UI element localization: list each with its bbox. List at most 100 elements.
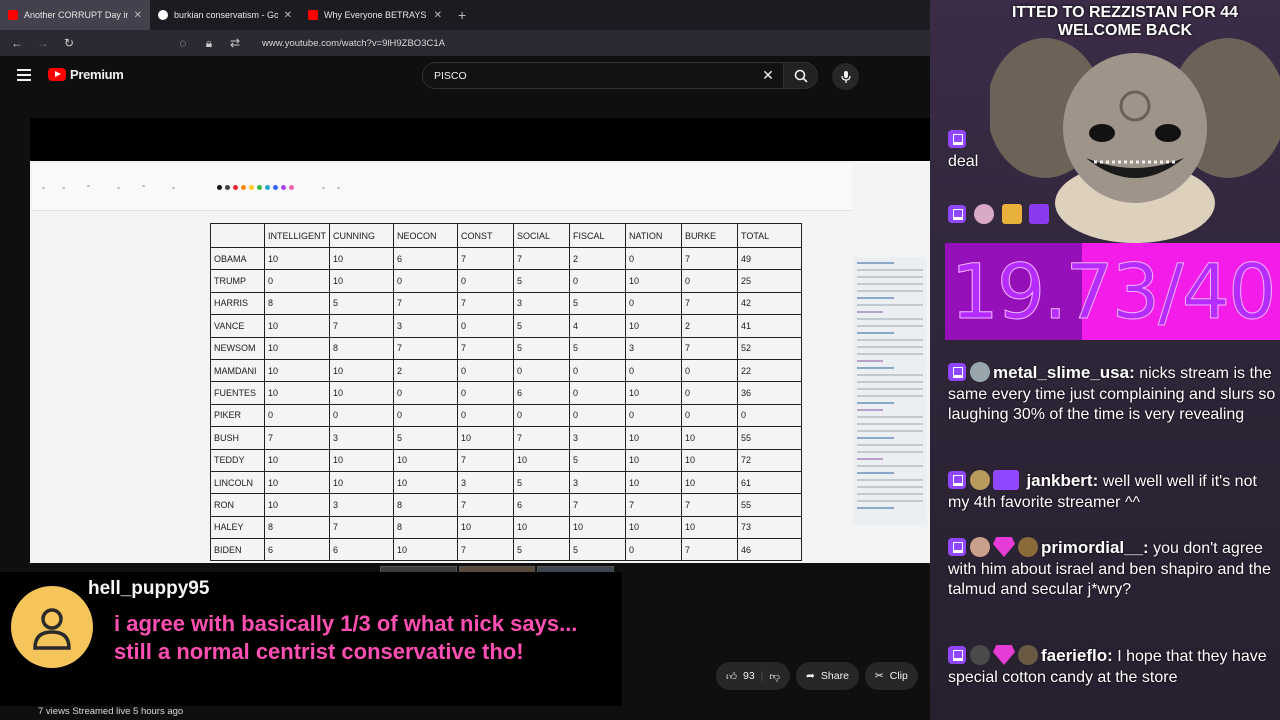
gem-badge-icon xyxy=(993,537,1015,557)
chat-line xyxy=(857,367,894,369)
alert-line: ITTED TO REZZISTAN FOR 44 xyxy=(1011,4,1239,21)
table-cell: 6 xyxy=(393,246,459,271)
screen: Another CORRUPT Day in Amer ✕ burkian co… xyxy=(0,0,1280,720)
clear-search-icon[interactable]: ✕ xyxy=(753,67,783,84)
close-tab-icon[interactable]: ✕ xyxy=(434,10,442,21)
color-teal xyxy=(265,185,270,190)
table-cell: 0 xyxy=(569,358,627,383)
view-count: 7 views Streamed live 5 hours ago xyxy=(38,706,184,717)
table-cell: 5 xyxy=(393,426,459,450)
search-input[interactable]: PISCO ✕ xyxy=(422,62,784,89)
browser-tab-3[interactable]: Why Everyone BETRAYS Destiny ✕ xyxy=(300,0,450,30)
table-cell: 22 xyxy=(737,358,803,383)
thumbs-up-icon: 👍︎ xyxy=(726,670,737,683)
chat-username[interactable]: faerieflo: xyxy=(1041,646,1113,665)
clip-button[interactable]: ✂ Clip xyxy=(864,662,918,690)
table-cell: 0 xyxy=(393,403,459,428)
color-pink xyxy=(289,185,294,190)
share-icon: ➦ xyxy=(806,670,815,682)
chat-line xyxy=(857,507,894,509)
table-cell: 7 xyxy=(681,538,739,562)
shield-icon[interactable]: ◌ xyxy=(176,36,190,50)
table-cell: BUSH xyxy=(210,426,265,450)
reload-icon[interactable]: ↻ xyxy=(62,36,76,50)
chat-username[interactable]: metal_slime_usa: xyxy=(993,363,1135,382)
table-cell: 5 xyxy=(569,448,627,472)
close-tab-icon[interactable]: ✕ xyxy=(284,10,292,21)
twitch-badge-icon xyxy=(948,471,966,489)
color-yellow xyxy=(249,185,254,190)
youtube-icon xyxy=(8,10,18,20)
table-cell: 0 xyxy=(329,403,395,428)
table-cell: 10 xyxy=(263,336,331,360)
chat-message: deal xyxy=(948,130,1278,172)
table-cell: 0 xyxy=(457,358,515,383)
twitch-badge-icon xyxy=(948,363,966,381)
voice-search-button[interactable] xyxy=(832,63,859,90)
table-cell: 6 xyxy=(513,381,571,405)
table-cell: 0 xyxy=(737,403,803,428)
color-blue xyxy=(273,185,278,190)
permissions-icon[interactable]: ⇄ xyxy=(228,36,242,50)
table-cell: 72 xyxy=(737,448,803,472)
search-icon xyxy=(794,69,808,83)
forward-icon[interactable]: → xyxy=(36,36,50,50)
url-input[interactable]: www.youtube.com/watch?v=9lH9ZBO3C1A xyxy=(262,38,445,49)
table-cell: 49 xyxy=(737,246,803,271)
stream-chat-panel: ITTED TO REZZISTAN FOR 44 WELCOME BACK d… xyxy=(930,0,1280,720)
table-cell: 10 xyxy=(329,358,395,383)
chat-line xyxy=(857,290,923,292)
new-tab-icon[interactable]: + xyxy=(450,7,466,23)
like-button[interactable]: 👍︎ 93 | 👎︎ xyxy=(716,662,791,690)
table-cell: 3 xyxy=(393,314,459,338)
table-row: MAMDANI 10 10 2 0 0 0 0 0 22 xyxy=(210,358,803,383)
score-text: 19.73/40 xyxy=(945,247,1280,336)
chat-line xyxy=(857,493,923,495)
table-cell: 10 xyxy=(393,538,459,562)
chat-line xyxy=(857,423,923,425)
google-icon xyxy=(158,10,168,20)
table-cell: 5 xyxy=(513,470,571,495)
color-gray xyxy=(225,185,230,190)
lock-icon[interactable]: 🔒︎ xyxy=(202,36,216,51)
table-cell: 10 xyxy=(329,448,395,472)
back-icon[interactable]: ← xyxy=(10,36,24,50)
chat-line xyxy=(857,388,923,390)
chat-line xyxy=(857,318,923,320)
share-button[interactable]: ➦ Share xyxy=(796,662,859,690)
chat-username[interactable]: primordial__: xyxy=(1041,538,1149,557)
table-cell: 7 xyxy=(457,336,515,360)
table-cell: 7 xyxy=(681,291,739,316)
table-cell: 4 xyxy=(569,314,627,338)
table-cell: TEDDY xyxy=(210,448,265,472)
table-cell: 0 xyxy=(457,269,515,293)
chat-line xyxy=(857,486,923,488)
twitch-badge-icon xyxy=(948,646,966,664)
table-cell: 7 xyxy=(393,291,459,316)
table-cell: 5 xyxy=(569,538,627,562)
youtube-logo[interactable]: Premium xyxy=(48,67,124,82)
table-cell: 10 xyxy=(625,269,683,293)
chat-message: metal_slime_usa: nicks stream is the sam… xyxy=(948,362,1278,426)
score-part: 3/40 xyxy=(1111,247,1277,336)
table-cell: 0 xyxy=(569,403,627,428)
like-count: 93 xyxy=(742,670,755,682)
browser-tab-1[interactable]: Another CORRUPT Day in Amer ✕ xyxy=(0,0,150,30)
table-cell: PIKER xyxy=(210,403,265,428)
table-row: NEWSOM 10 8 7 7 5 5 3 7 52 xyxy=(210,336,803,360)
thumbs-down-icon[interactable]: 👎︎ xyxy=(769,670,780,683)
table-cell: 73 xyxy=(737,515,803,540)
emote-icon xyxy=(1029,204,1050,224)
chat-username[interactable]: jankbert: xyxy=(1026,471,1098,490)
menu-icon[interactable] xyxy=(17,69,31,84)
close-tab-icon[interactable]: ✕ xyxy=(134,10,142,21)
table-cell: 7 xyxy=(393,336,459,360)
search-button[interactable] xyxy=(784,62,818,89)
browser-tab-2[interactable]: burkian conservatism - Google ✕ xyxy=(150,0,300,30)
table-cell: 7 xyxy=(625,493,683,517)
chat-line xyxy=(857,458,883,460)
chat-line xyxy=(857,381,923,383)
table-cell: 0 xyxy=(625,291,683,316)
table-cell: 0 xyxy=(569,381,627,405)
video-player[interactable]: INTELLIGENT CUNNING NEOCON CONST SOCIAL FISCA… xyxy=(30,118,930,563)
